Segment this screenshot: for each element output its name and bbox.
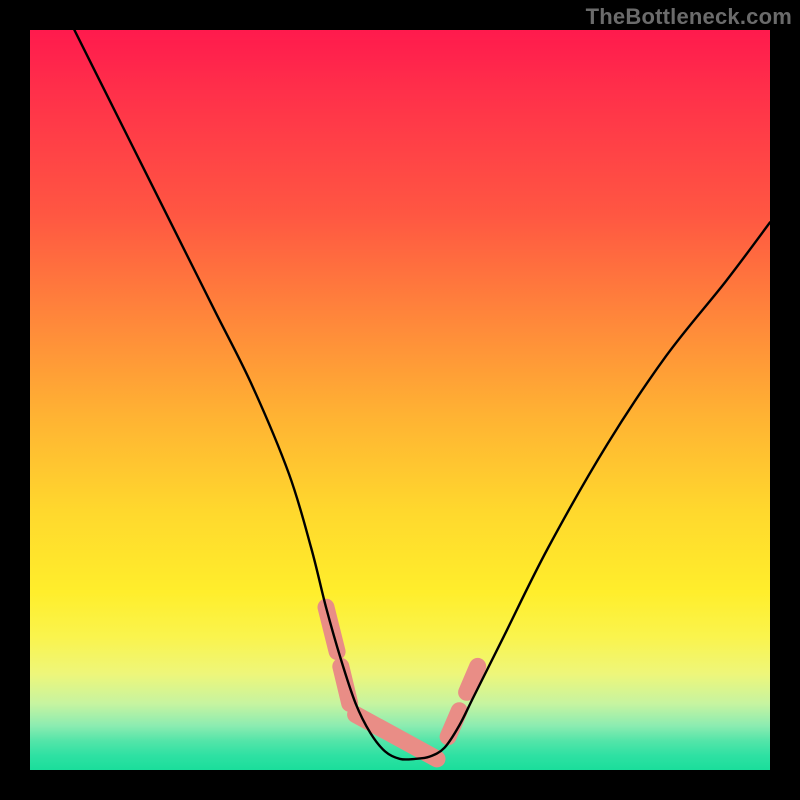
marker-capsule <box>341 666 350 703</box>
chart-frame: TheBottleneck.com <box>0 0 800 800</box>
plot-area <box>30 30 770 770</box>
watermark-text: TheBottleneck.com <box>586 4 792 30</box>
bottleneck-curve-svg <box>30 30 770 770</box>
marker-capsule <box>326 607 337 651</box>
marker-layer <box>326 607 478 759</box>
marker-capsule <box>448 711 459 737</box>
bottleneck-curve-path <box>74 30 770 760</box>
marker-capsule <box>356 715 437 759</box>
marker-capsule <box>467 666 478 692</box>
